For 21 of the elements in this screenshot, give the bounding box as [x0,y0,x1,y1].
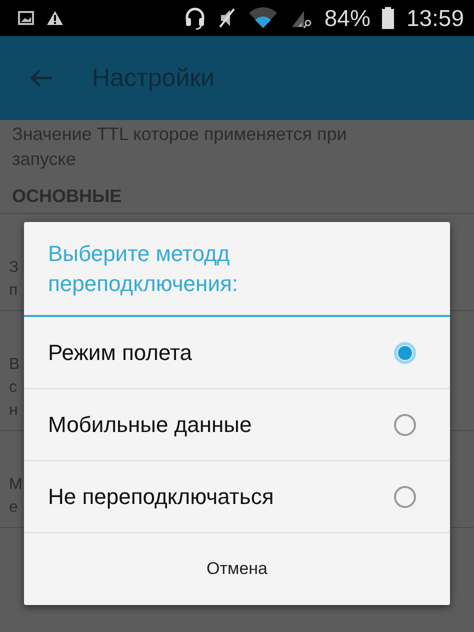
option-row[interactable]: Не переподключаться [24,461,450,533]
battery-percent: 84% [324,4,370,32]
image-icon [18,11,34,25]
radio-button[interactable] [394,342,416,364]
dialog-title: Выберите методд переподключения: [24,222,450,317]
option-row[interactable]: Режим полета [24,317,450,389]
option-label: Режим полета [48,340,192,366]
back-arrow-icon [30,68,54,88]
option-label: Мобильные данные [48,412,252,438]
mute-icon [218,7,236,29]
radio-button[interactable] [394,486,416,508]
option-row[interactable]: Мобильные данные [24,389,450,461]
battery-icon [382,7,394,29]
warning-icon [46,10,64,26]
back-button[interactable] [30,68,54,88]
headset-icon [184,6,206,30]
cancel-button[interactable]: Отмена [24,533,450,605]
clock: 13:59 [406,4,464,32]
option-label: Не переподключаться [48,484,274,510]
wifi-icon [248,7,278,29]
radio-button[interactable] [394,414,416,436]
